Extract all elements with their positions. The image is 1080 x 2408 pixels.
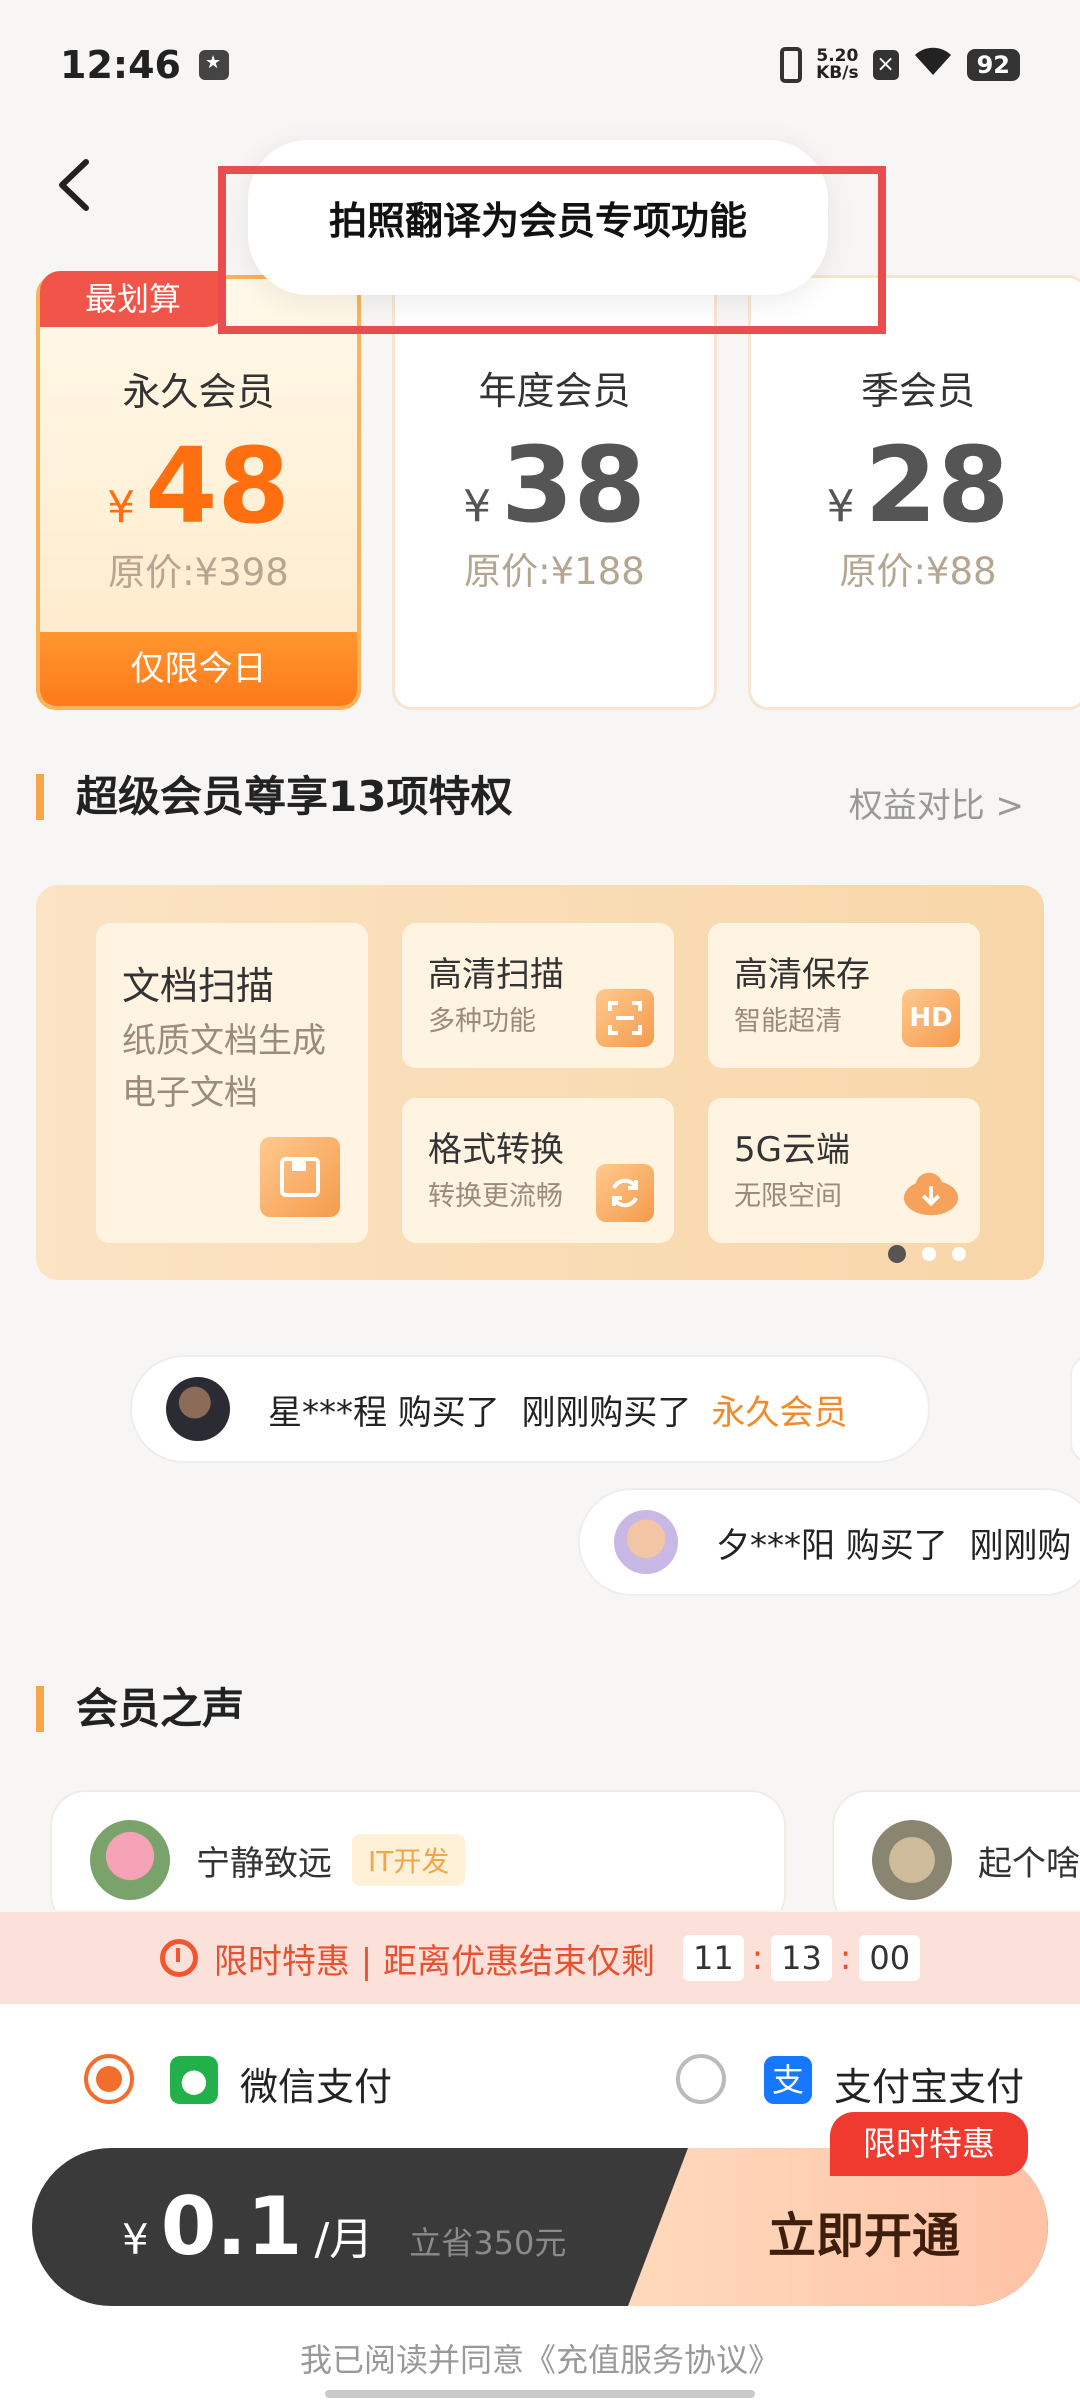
scan-icon	[596, 989, 654, 1047]
plan-price: ¥ 38	[463, 424, 646, 546]
service-agreement-link[interactable]: 我已阅读并同意《充值服务协议》	[0, 2335, 1080, 2381]
plan-name: 年度会员	[478, 369, 631, 413]
alarm-clock-icon	[159, 1939, 198, 1977]
purchase-notice: 夕***阳 购买了 刚刚购	[578, 1488, 1080, 1596]
plan-original-price: 原价:¥88	[839, 550, 997, 593]
cta-price: ¥ 0.1/月 立省350元	[122, 2180, 567, 2273]
back-icon[interactable]	[48, 150, 98, 220]
wechat-pay-label[interactable]: 微信支付	[240, 2056, 392, 2111]
avatar	[90, 1820, 170, 1900]
notification-icon	[198, 50, 229, 80]
wechat-icon: ●	[170, 2056, 218, 2104]
home-indicator[interactable]	[325, 2390, 755, 2398]
privilege-5g-cloud[interactable]: 5G云端 无限空间	[708, 1098, 980, 1243]
carousel-dots	[888, 1245, 966, 1263]
alipay-icon: 支	[764, 2056, 812, 2104]
plan-list: 最划算 永久会员 ¥ 48 原价:¥398 仅限今日 年度会员 ¥ 38 原价:…	[0, 271, 1080, 715]
plan-card-lifetime[interactable]: 最划算 永久会员 ¥ 48 原价:¥398 仅限今日	[36, 271, 361, 710]
best-value-tag: 最划算	[40, 271, 226, 327]
review-list: 宁静致远 IT开发 起个啥	[0, 1790, 1080, 1910]
member-voices-title: 会员之声	[36, 1686, 244, 1732]
purchase-notice-partial	[1070, 1355, 1080, 1463]
wechat-pay-radio[interactable]	[84, 2054, 134, 2104]
plan-original-price: 原价:¥398	[108, 551, 289, 594]
privilege-hd-scan[interactable]: 高清扫描 多种功能	[402, 923, 674, 1068]
promo-text: 限时特惠 | 距离优惠结束仅剩	[213, 1941, 655, 1982]
payment-methods: ● 微信支付 支 支付宝支付	[0, 2034, 1080, 2124]
plan-original-price: 原价:¥188	[464, 550, 645, 593]
plan-name: 永久会员	[122, 370, 275, 414]
avatar	[166, 1377, 230, 1441]
review-card[interactable]: 宁静致远 IT开发	[50, 1790, 786, 1910]
status-time: 12:46	[60, 43, 181, 87]
carousel-dot	[952, 1247, 966, 1261]
savings-text: 立省350元	[409, 2224, 567, 2262]
avatar	[872, 1820, 952, 1900]
privilege-hd-save[interactable]: 高清保存 智能超清 HD	[708, 923, 980, 1068]
refresh-icon	[596, 1164, 654, 1222]
save-icon	[260, 1137, 340, 1217]
wifi-icon	[913, 45, 953, 86]
avatar	[614, 1510, 678, 1574]
network-speed: 5.20 KB/s	[816, 46, 859, 83]
limited-offer-badge: 限时特惠	[830, 2112, 1028, 2176]
open-now-button[interactable]: 立即开通	[768, 2196, 960, 2266]
purchase-notice: 星***程 购买了 刚刚购买了 永久会员	[130, 1355, 930, 1463]
highlight-box	[218, 166, 886, 334]
battery-indicator: 92	[966, 49, 1020, 81]
privileges-title: 超级会员尊享13项特权	[36, 774, 512, 820]
plan-card-quarterly[interactable]: 季会员 ¥ 28 原价:¥88	[748, 275, 1080, 710]
plan-name: 季会员	[860, 369, 975, 413]
no-sim-icon: ×	[872, 50, 899, 80]
profession-tag: IT开发	[352, 1834, 466, 1886]
carousel-dot	[922, 1247, 936, 1261]
plan-card-annual[interactable]: 年度会员 ¥ 38 原价:¥188	[392, 275, 717, 710]
privilege-doc-scan[interactable]: 文档扫描 纸质文档生成电子文档	[96, 923, 368, 1243]
privileges-carousel[interactable]: 文档扫描 纸质文档生成电子文档 高清扫描 多种功能 高清保存 智能超清 HD 格…	[36, 885, 1044, 1280]
vibrate-icon	[780, 47, 803, 83]
plan-price: ¥ 28	[826, 424, 1010, 546]
limited-today-label: 仅限今日	[40, 632, 357, 706]
compare-benefits-link[interactable]: 权益对比 >	[849, 778, 1024, 827]
countdown-timer: 11 : 13 : 00	[682, 1935, 921, 1981]
alipay-label[interactable]: 支付宝支付	[834, 2056, 1024, 2111]
hd-icon: HD	[902, 989, 960, 1047]
plan-price: ¥ 48	[107, 425, 290, 547]
promo-countdown-bar: 限时特惠 | 距离优惠结束仅剩 11 : 13 : 00	[0, 1912, 1080, 2004]
review-card[interactable]: 起个啥	[832, 1790, 1080, 1910]
status-bar: 12:46 5.20 KB/s × 92	[0, 0, 1080, 130]
cloud-download-icon	[902, 1164, 960, 1222]
alipay-radio[interactable]	[676, 2054, 726, 2104]
privilege-format-convert[interactable]: 格式转换 转换更流畅	[402, 1098, 674, 1243]
carousel-dot-active	[888, 1245, 906, 1263]
